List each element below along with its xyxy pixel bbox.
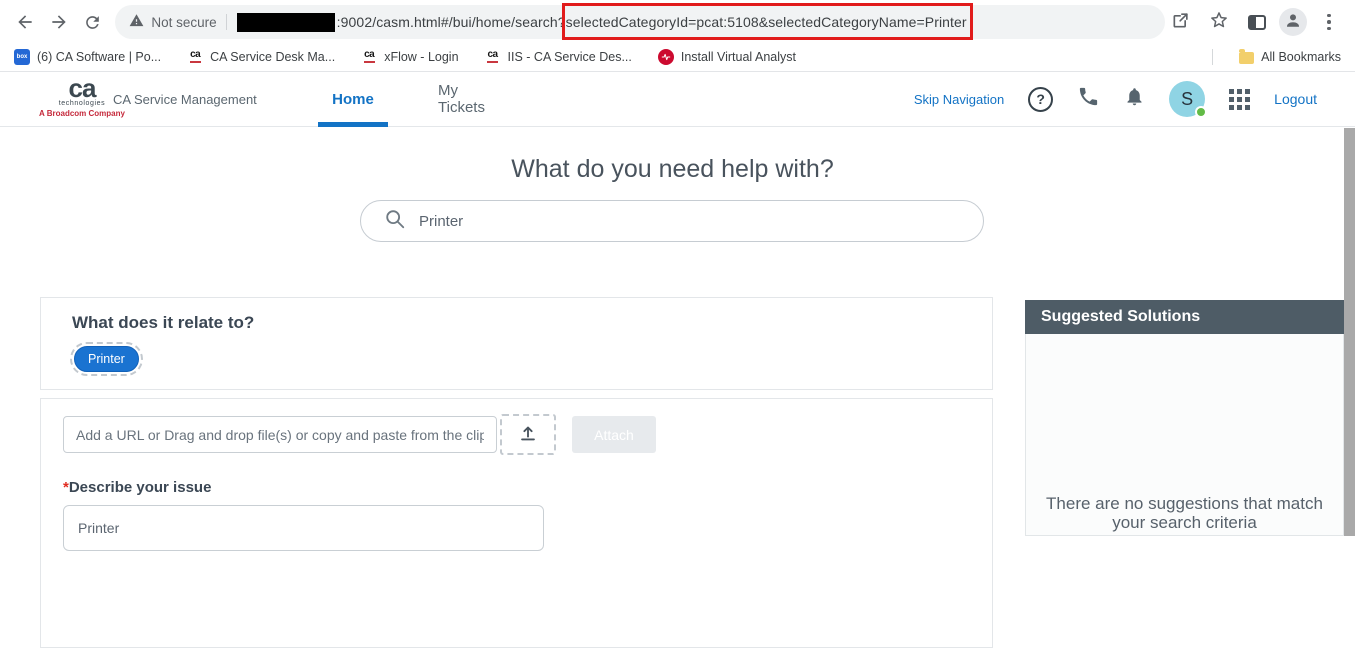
bookmark-iis-service-desk[interactable]: ca IIS - CA Service Des... (485, 49, 632, 65)
category-pill-focus-ring: Printer (70, 342, 143, 376)
bookmark-xflow-login[interactable]: ca xFlow - Login (361, 49, 458, 65)
side-panel-icon (1248, 15, 1266, 30)
bookmark-label: (6) CA Software | Po... (37, 50, 161, 64)
browser-toolbar: Not secure :9002/casm.html#/bui/home/sea… (0, 0, 1355, 44)
help-icon: ? (1036, 91, 1045, 107)
back-icon (15, 12, 35, 32)
suggested-solutions-title: Suggested Solutions (1025, 300, 1344, 334)
upload-button[interactable] (500, 414, 556, 455)
ca-technologies-logo: ca technologies A Broadcom Company (44, 77, 120, 118)
bookmark-label: xFlow - Login (384, 50, 458, 64)
search-input[interactable] (419, 213, 983, 230)
box-icon: box (14, 49, 30, 65)
search-box (360, 200, 984, 242)
all-bookmarks-button[interactable]: All Bookmarks (1239, 50, 1341, 64)
app-grid-button[interactable] (1229, 89, 1250, 110)
forward-button[interactable] (42, 5, 76, 39)
describe-issue-input[interactable] (63, 505, 544, 551)
no-suggestions-message: There are no suggestions that match your… (1026, 494, 1343, 535)
page-title: What do you need help with? (0, 155, 1345, 184)
phone-icon (1077, 95, 1100, 112)
refresh-icon (83, 13, 102, 32)
online-status-dot (1195, 106, 1207, 118)
redacted-host (237, 13, 335, 32)
warning-icon (129, 13, 144, 31)
main-content: What do you need help with? What does it… (0, 128, 1355, 536)
attachment-url-input[interactable] (63, 416, 497, 453)
attachment-row: Attach (63, 416, 656, 455)
all-bookmarks-label: All Bookmarks (1261, 50, 1341, 64)
back-button[interactable] (8, 5, 42, 39)
upload-icon (517, 422, 539, 447)
menu-kebab-icon (1327, 14, 1331, 31)
url-text: :9002/casm.html#/bui/home/search? (337, 14, 566, 30)
ca-logo-mark: ca (69, 77, 96, 99)
tab-my-tickets[interactable]: My Tickets (438, 72, 508, 126)
security-label: Not secure (151, 15, 216, 30)
relate-card: What does it relate to? Printer (40, 297, 993, 390)
bookmark-label: CA Service Desk Ma... (210, 50, 335, 64)
grid-icon (1229, 89, 1250, 110)
bookmark-label: Install Virtual Analyst (681, 50, 796, 64)
category-pill-printer[interactable]: Printer (74, 346, 139, 372)
avatar-initial: S (1181, 89, 1193, 110)
skip-navigation-link[interactable]: Skip Navigation (914, 92, 1004, 107)
bookmark-ca-software[interactable]: box (6) CA Software | Po... (14, 49, 161, 65)
user-avatar[interactable]: S (1169, 81, 1205, 117)
logout-link[interactable]: Logout (1274, 91, 1317, 107)
suggested-solutions-panel: Suggested Solutions There are no suggest… (1025, 300, 1344, 536)
phone-button[interactable] (1077, 85, 1100, 113)
tab-home[interactable]: Home (318, 72, 388, 126)
share-icon (1171, 10, 1191, 35)
app-header: ca technologies A Broadcom Company CA Se… (0, 72, 1355, 127)
app-nav: Home My Tickets (318, 72, 508, 126)
page-scrollbar[interactable] (1344, 128, 1355, 536)
browser-menu-button[interactable] (1313, 6, 1345, 38)
suggested-solutions-body: There are no suggestions that match your… (1025, 334, 1344, 536)
forward-icon (49, 12, 69, 32)
ca-icon: ca (485, 49, 501, 65)
bookmarks-divider (1212, 49, 1213, 65)
bell-icon (1124, 94, 1145, 111)
share-button[interactable] (1165, 6, 1197, 38)
url-highlighted-query: selectedCategoryId=pcat:5108&selectedCat… (566, 14, 967, 30)
bookmark-label: IIS - CA Service Des... (508, 50, 632, 64)
folder-icon (1239, 52, 1254, 64)
broadcom-icon (658, 49, 674, 65)
describe-issue-card: Attach *Describe your issue (40, 398, 993, 648)
help-button[interactable]: ? (1028, 87, 1053, 112)
bookmark-install-virtual-analyst[interactable]: Install Virtual Analyst (658, 49, 796, 65)
ca-logo-sub: technologies (59, 100, 106, 107)
attach-button[interactable]: Attach (572, 416, 656, 453)
bookmark-ca-service-desk[interactable]: ca CA Service Desk Ma... (187, 49, 335, 65)
star-icon (1209, 10, 1229, 35)
toolbar-right-cluster (1165, 6, 1355, 38)
side-panel-button[interactable] (1241, 6, 1273, 38)
describe-issue-label: *Describe your issue (63, 479, 211, 496)
notifications-button[interactable] (1124, 86, 1145, 112)
address-bar[interactable]: Not secure :9002/casm.html#/bui/home/sea… (115, 5, 1165, 39)
profile-icon (1284, 11, 1302, 34)
address-bar-divider (226, 14, 227, 30)
bookmarks-bar: box (6) CA Software | Po... ca CA Servic… (0, 44, 1355, 72)
ca-icon: ca (187, 49, 203, 65)
bookmark-star-button[interactable] (1203, 6, 1235, 38)
search-icon (384, 208, 406, 235)
refresh-button[interactable] (76, 5, 110, 39)
browser-profile-button[interactable] (1279, 8, 1307, 36)
product-name: CA Service Management (113, 72, 257, 126)
header-right-cluster: Skip Navigation ? S Logout (914, 72, 1355, 126)
relate-heading: What does it relate to? (72, 313, 992, 333)
ca-icon: ca (361, 49, 377, 65)
